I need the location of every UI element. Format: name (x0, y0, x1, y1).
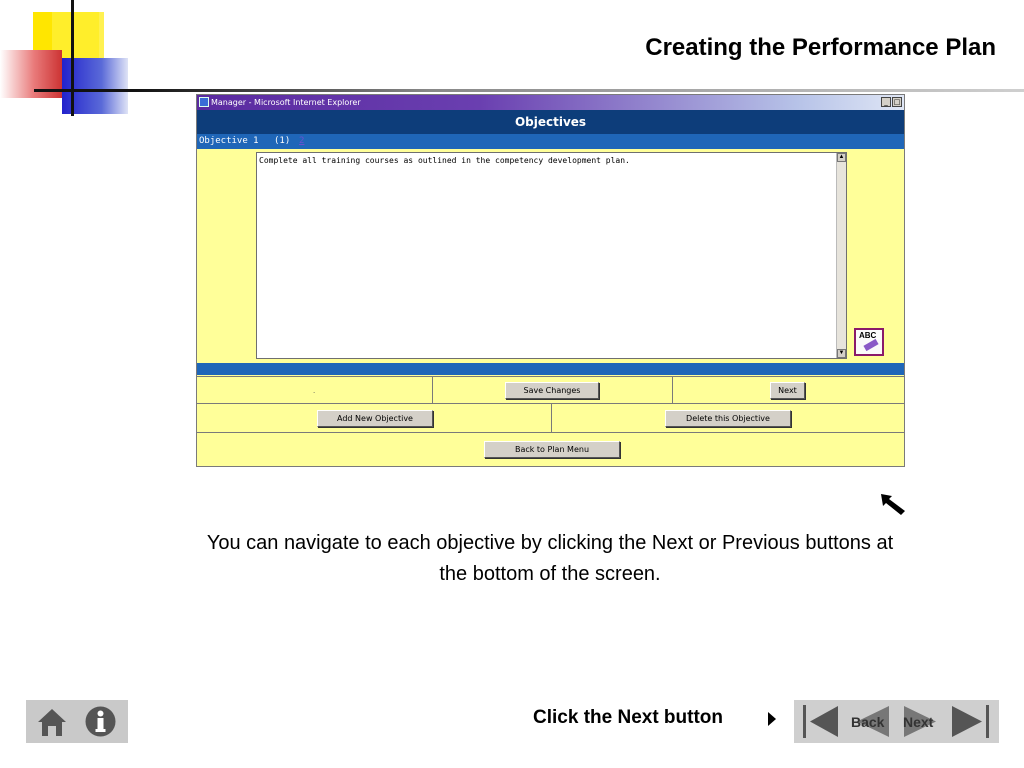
form-button-row-3: Back to Plan Menu (197, 432, 904, 466)
next-label: Next (903, 714, 934, 730)
caret-right-icon (768, 712, 776, 726)
decorative-vertical-line (71, 0, 74, 116)
cell-divider (672, 377, 673, 403)
delete-objective-button[interactable]: Delete this Objective (665, 410, 791, 427)
maximize-button[interactable]: □ (892, 97, 902, 107)
objective-current-page: (1) (274, 136, 291, 146)
objective-label: Objective 1 (199, 136, 259, 146)
mouse-pointer-icon (881, 494, 905, 515)
empty-cell-marker: . (313, 386, 316, 395)
objective-page-link[interactable]: 2 (299, 134, 304, 149)
back-to-plan-menu-button[interactable]: Back to Plan Menu (484, 441, 620, 458)
section-separator (197, 363, 904, 375)
textarea-scrollbar[interactable]: ▲ ▼ (836, 153, 846, 358)
objective-text: Complete all training courses as outline… (259, 156, 630, 165)
objectives-header: Objectives (197, 110, 904, 134)
cell-divider (432, 377, 433, 403)
ie-logo-icon (199, 97, 209, 107)
next-button[interactable]: Next (898, 704, 946, 739)
objective-navigation-bar: Objective 1 (1) 2 (197, 134, 904, 149)
scroll-down-icon[interactable]: ▼ (837, 349, 846, 358)
back-button[interactable]: Back (847, 704, 895, 739)
explanation-text: You can navigate to each objective by cl… (206, 532, 894, 585)
pencil-icon (863, 338, 879, 352)
cell-divider (551, 404, 552, 432)
next-objective-button[interactable]: Next (770, 382, 805, 399)
back-label: Back (851, 714, 885, 730)
first-slide-icon[interactable] (800, 704, 840, 739)
slide-title: Creating the Performance Plan (645, 34, 996, 61)
decorative-horizontal-line (34, 89, 1024, 92)
browser-window-title: Manager - Microsoft Internet Explorer (211, 98, 361, 107)
add-new-objective-button[interactable]: Add New Objective (317, 410, 433, 427)
home-icon[interactable] (36, 706, 68, 738)
form-button-row-1: . Save Changes Next (197, 376, 904, 403)
info-icon[interactable] (84, 705, 117, 738)
scroll-up-icon[interactable]: ▲ (837, 153, 846, 162)
form-button-row-2: Add New Objective Delete this Objective (197, 403, 904, 432)
objective-textarea[interactable]: Complete all training courses as outline… (256, 152, 847, 359)
minimize-button[interactable]: _ (881, 97, 891, 107)
save-changes-button[interactable]: Save Changes (505, 382, 599, 399)
click-next-instruction: Click the Next button (533, 707, 724, 728)
browser-window: Manager - Microsoft Internet Explorer _ … (196, 94, 905, 467)
slide-navigation: Back Next (794, 700, 999, 743)
last-slide-icon[interactable] (950, 704, 992, 739)
spell-check-button[interactable]: ABC (854, 328, 884, 356)
browser-titlebar: Manager - Microsoft Internet Explorer _ … (197, 95, 904, 110)
home-info-navigation (26, 700, 128, 743)
